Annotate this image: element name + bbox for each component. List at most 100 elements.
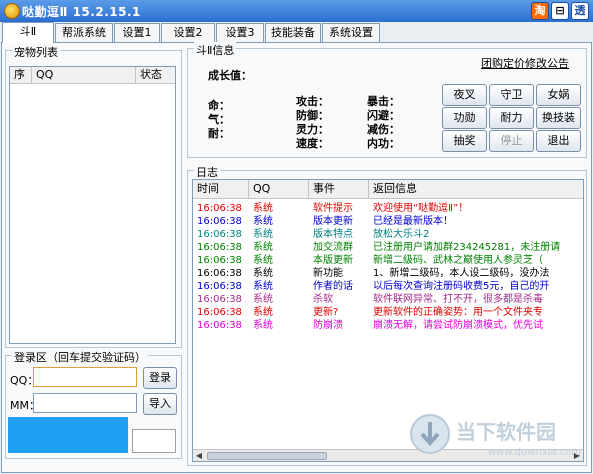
- stamina-button[interactable]: 耐力: [489, 107, 534, 129]
- stat-speed: 速度：: [296, 137, 329, 150]
- log-row[interactable]: 16:06:38 系统 本版更新 新增二级码、武林之巅使用人参灵芝（: [193, 254, 583, 267]
- column-header-message[interactable]: 返回信息: [369, 180, 583, 199]
- login-title: 登录区（回车提交验证码）: [12, 349, 148, 365]
- log-cell-time: 16:06:38: [197, 255, 242, 266]
- log-cell-event: 版本更新: [313, 216, 353, 227]
- log-cell-qq: 系统: [253, 242, 273, 253]
- pet-list-table[interactable]: 序 QQ 状态: [9, 66, 176, 344]
- scroll-thumb[interactable]: [207, 452, 327, 460]
- log-cell-event: 本版更新: [313, 255, 353, 266]
- tab-system-settings[interactable]: 系统设置: [322, 23, 380, 42]
- log-cell-time: 16:06:38: [197, 281, 242, 292]
- merit-button[interactable]: 功勋: [442, 107, 487, 129]
- transparent-button[interactable]: 透: [571, 2, 589, 20]
- column-header-status[interactable]: 状态: [136, 67, 176, 84]
- log-cell-qq: 系统: [253, 307, 273, 318]
- log-header: 时间 QQ 事件 返回信息: [193, 180, 583, 199]
- log-cell-time: 16:06:38: [197, 320, 242, 331]
- column-header-event[interactable]: 事件: [309, 180, 369, 199]
- log-cell-event: 加交流群: [313, 242, 353, 253]
- column-header-qq[interactable]: QQ: [32, 67, 136, 84]
- log-cell-time: 16:06:38: [197, 294, 242, 305]
- log-cell-qq: 系统: [253, 268, 273, 279]
- title-bar: 哒勤逗Ⅱ 15.2.15.1 淘 ⊟ 透: [0, 0, 593, 22]
- column-header-time[interactable]: 时间: [193, 180, 249, 199]
- log-cell-event: 杀软: [313, 294, 333, 305]
- pet-list-header: 序 QQ 状态: [10, 67, 175, 84]
- log-cell-msg: 欢迎使用“哒勤逗Ⅱ”！: [373, 203, 469, 214]
- stop-button[interactable]: 停止: [489, 130, 534, 152]
- scroll-left-icon[interactable]: ◀: [193, 450, 205, 461]
- log-cell-msg: 更新软件的正确姿势：用一个文件夹专: [373, 307, 543, 318]
- lottery-button[interactable]: 抽奖: [442, 130, 487, 152]
- log-row[interactable]: 16:06:38 系统 加交流群 已注册用户请加群234245281，未注册请: [193, 241, 583, 254]
- pet-list-title: 宠物列表: [12, 44, 60, 60]
- log-cell-msg: 已注册用户请加群234245281，未注册请: [373, 242, 561, 253]
- log-row[interactable]: 16:06:38 系统 版本特点 放松大乐斗2: [193, 228, 583, 241]
- password-input[interactable]: [33, 393, 137, 413]
- log-cell-qq: 系统: [253, 281, 273, 292]
- tab-dou2[interactable]: 斗Ⅱ: [2, 22, 54, 43]
- tab-bar: 斗Ⅱ 帮派系统 设置1 设置2 设置3 技能装备 系统设置: [0, 22, 593, 43]
- log-cell-qq: 系统: [253, 216, 273, 227]
- tab-settings-1[interactable]: 设置1: [114, 23, 160, 42]
- info-title: 斗Ⅱ信息: [194, 42, 237, 58]
- group-buy-link[interactable]: 团购定价修改公告: [481, 55, 569, 71]
- watermark-title: 当下软件园: [456, 420, 556, 444]
- watermark: 当下软件园 www.downxia.com: [410, 414, 581, 458]
- log-cell-qq: 系统: [253, 320, 273, 331]
- log-cell-time: 16:06:38: [197, 268, 242, 279]
- login-button[interactable]: 登录: [143, 367, 177, 389]
- tab-gang-system[interactable]: 帮派系统: [55, 23, 113, 42]
- log-cell-msg: 软件联网异常、打不开，很多都是杀毒: [373, 294, 543, 305]
- log-cell-msg: 崩溃无解，请尝试防崩溃模式，优先试: [373, 320, 543, 331]
- log-cell-time: 16:06:38: [197, 242, 242, 253]
- film-button[interactable]: ⊟: [551, 2, 569, 20]
- log-row[interactable]: 16:06:38 系统 作者的话 以后每次查询注册码收费5元，自己的开: [193, 280, 583, 293]
- stat-inner-power: 内功：: [367, 137, 400, 150]
- exit-button[interactable]: 退出: [536, 130, 581, 152]
- switch-skill-button[interactable]: 换技装: [536, 107, 581, 129]
- log-cell-msg: 放松大乐斗2: [373, 229, 430, 240]
- yaksha-button[interactable]: 夜叉: [442, 84, 487, 106]
- log-cell-msg: 以后每次查询注册码收费5元，自己的开: [373, 281, 550, 292]
- log-cell-event: 新功能: [313, 268, 343, 279]
- tab-settings-2[interactable]: 设置2: [161, 23, 215, 42]
- taobao-button[interactable]: 淘: [531, 2, 549, 20]
- log-row[interactable]: 16:06:38 系统 新功能 1、新增二级码，本人设二级码，没办法: [193, 267, 583, 280]
- qq-input[interactable]: [33, 367, 137, 387]
- log-row[interactable]: 16:06:38 系统 防崩溃 崩溃无解，请尝试防崩溃模式，优先试: [193, 319, 583, 332]
- log-cell-msg: 新增二级码、武林之巅使用人参灵芝（: [373, 255, 543, 266]
- stat-endurance: 耐：: [208, 127, 230, 140]
- log-cell-event: 作者的话: [313, 281, 353, 292]
- log-cell-time: 16:06:38: [197, 203, 242, 214]
- import-button[interactable]: 导入: [143, 393, 177, 415]
- tab-skill-equip[interactable]: 技能装备: [265, 23, 321, 42]
- log-cell-event: 防崩溃: [313, 320, 343, 331]
- log-cell-time: 16:06:38: [197, 229, 242, 240]
- log-cell-qq: 系统: [253, 294, 273, 305]
- guard-button[interactable]: 守卫: [489, 84, 534, 106]
- watermark-logo-icon: [410, 414, 450, 454]
- log-cell-event: 更新?: [313, 307, 339, 318]
- log-cell-qq: 系统: [253, 229, 273, 240]
- log-row[interactable]: 16:06:38 系统 杀软 软件联网异常、打不开，很多都是杀毒: [193, 293, 583, 306]
- log-cell-time: 16:06:38: [197, 216, 242, 227]
- log-cell-msg: 1、新增二级码，本人设二级码，没办法: [373, 268, 550, 279]
- log-row[interactable]: 16:06:38 系统 软件提示 欢迎使用“哒勤逗Ⅱ”！: [193, 202, 583, 215]
- log-cell-qq: 系统: [253, 255, 273, 266]
- column-header-index[interactable]: 序: [10, 67, 32, 84]
- log-cell-qq: 系统: [253, 203, 273, 214]
- captcha-image: [8, 417, 128, 453]
- log-row[interactable]: 16:06:38 系统 更新? 更新软件的正确姿势：用一个文件夹专: [193, 306, 583, 319]
- log-cell-event: 版本特点: [313, 229, 353, 240]
- column-header-qq[interactable]: QQ: [249, 180, 309, 199]
- captcha-input[interactable]: [132, 429, 176, 453]
- log-cell-msg: 已经是最新版本！: [373, 216, 453, 227]
- window-title: 哒勤逗Ⅱ 15.2.15.1: [22, 5, 141, 19]
- log-cell-event: 软件提示: [313, 203, 353, 214]
- log-title: 日志: [194, 164, 220, 180]
- log-row[interactable]: 16:06:38 系统 版本更新 已经是最新版本！: [193, 215, 583, 228]
- tab-settings-3[interactable]: 设置3: [216, 23, 264, 42]
- nuwa-button[interactable]: 女娲: [536, 84, 581, 106]
